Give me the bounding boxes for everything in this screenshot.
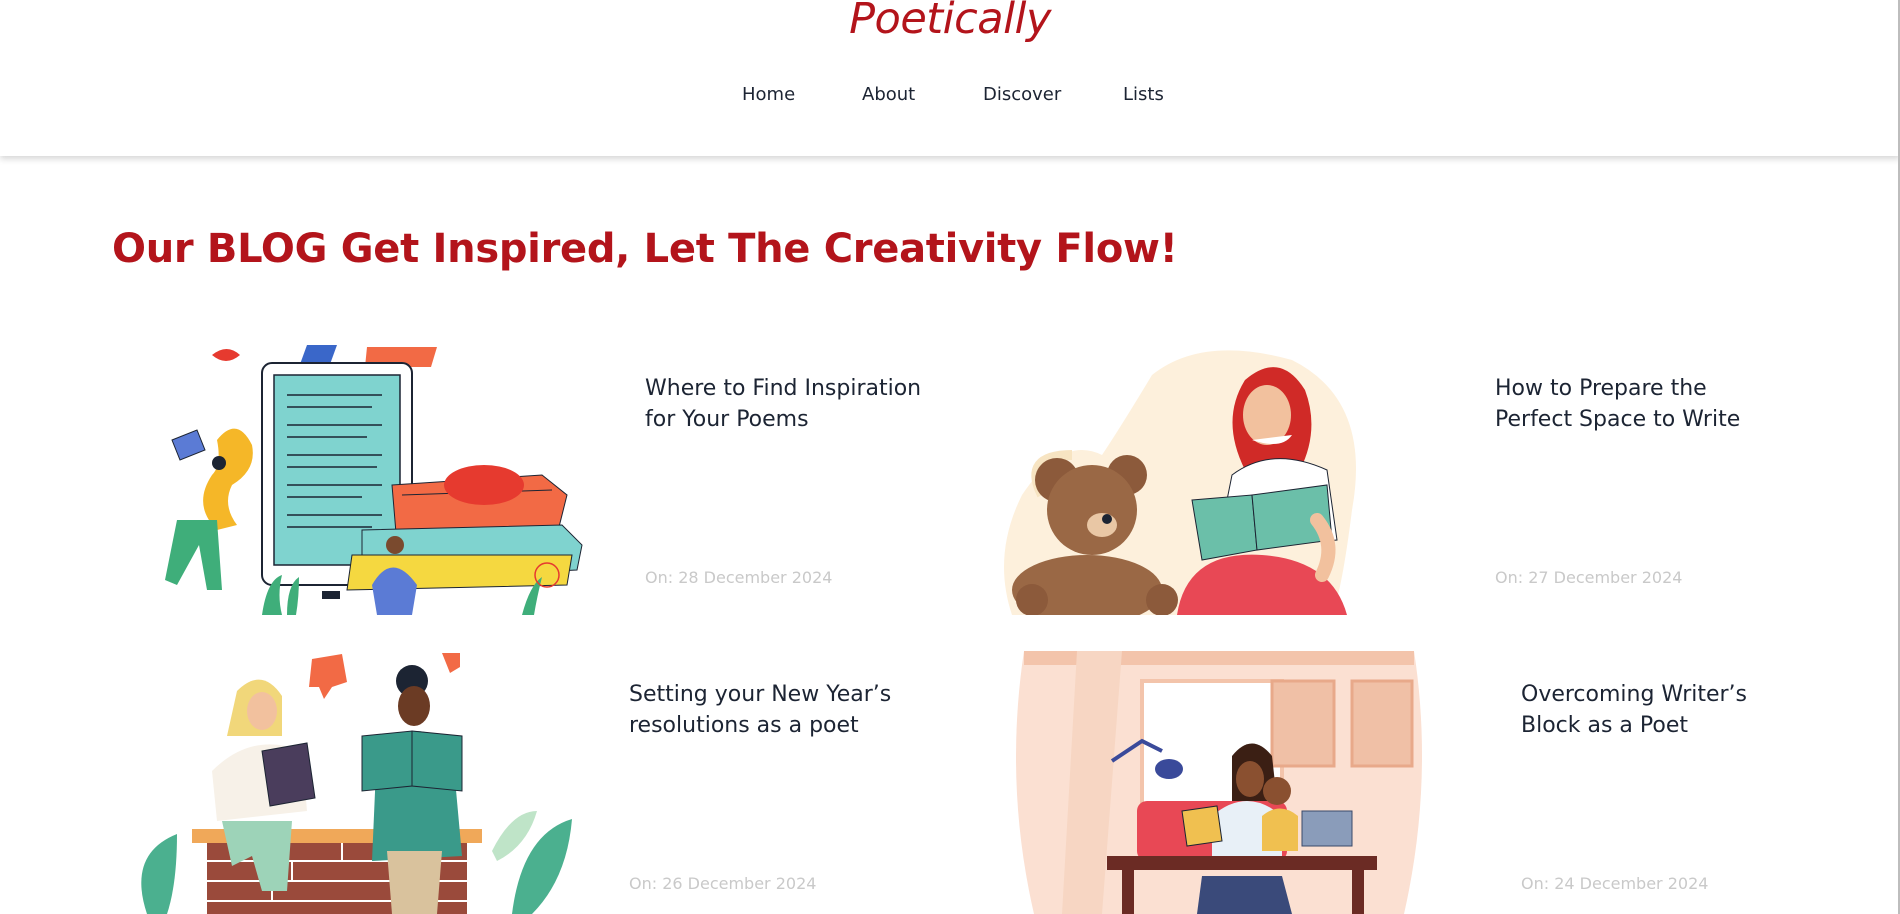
post-image[interactable] xyxy=(112,651,622,914)
site-logo[interactable]: Poetically xyxy=(0,0,1900,44)
blog-heading: Our BLOG Get Inspired, Let The Creativit… xyxy=(112,226,1178,272)
post-date: On: 27 December 2024 xyxy=(1495,568,1683,587)
post-title[interactable]: How to Prepare the Perfect Space to Writ… xyxy=(1495,373,1775,435)
post-title[interactable]: Where to Find Inspiration for Your Poems xyxy=(645,373,925,435)
post-title[interactable]: Setting your New Year’s resolutions as a… xyxy=(629,679,909,741)
main-nav: Home About Discover Lists xyxy=(0,84,1900,110)
post-image[interactable] xyxy=(112,345,622,615)
post-date: On: 26 December 2024 xyxy=(629,874,817,893)
post-image[interactable] xyxy=(962,651,1472,914)
nav-about[interactable]: About xyxy=(862,84,915,105)
nav-home[interactable]: Home xyxy=(742,84,795,105)
post-image[interactable] xyxy=(962,345,1472,615)
site-header: Poetically Home About Discover Lists xyxy=(0,0,1900,156)
post-date: On: 24 December 2024 xyxy=(1521,874,1709,893)
nav-lists[interactable]: Lists xyxy=(1123,84,1164,105)
post-date: On: 28 December 2024 xyxy=(645,568,833,587)
nav-discover[interactable]: Discover xyxy=(983,84,1061,105)
post-title[interactable]: Overcoming Writer’s Block as a Poet xyxy=(1521,679,1801,741)
